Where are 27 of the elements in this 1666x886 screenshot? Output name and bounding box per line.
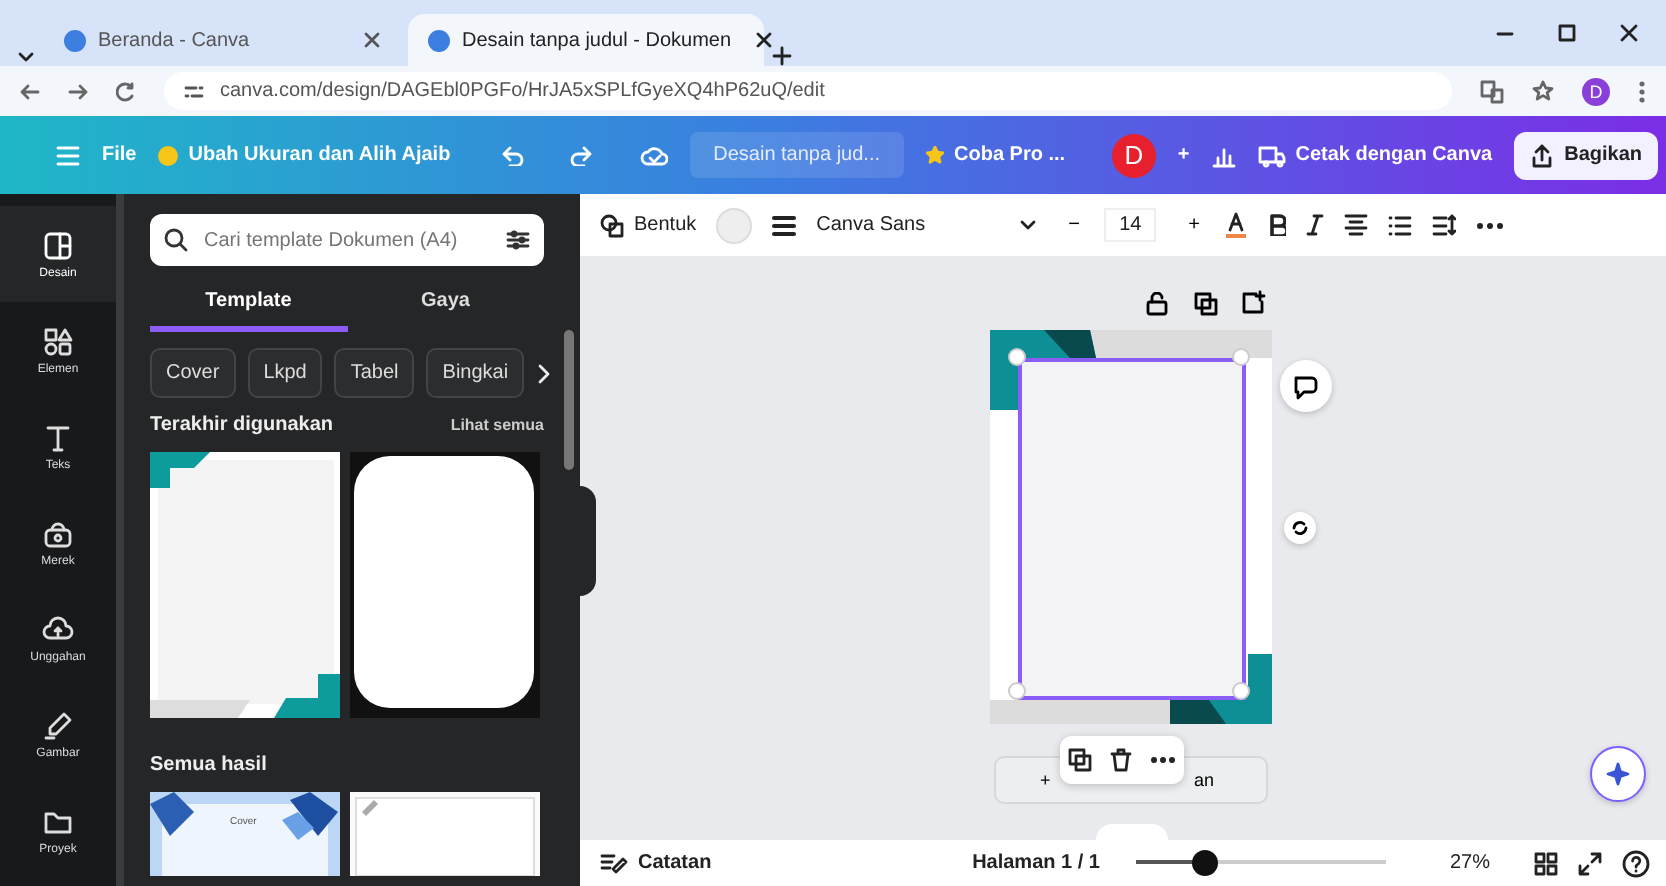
increase-size-button[interactable]: + — [1176, 212, 1205, 238]
try-pro-button[interactable]: Coba Pro ... — [926, 144, 1066, 166]
filter-chip[interactable]: Lkpd — [247, 348, 323, 398]
filter-chip[interactable]: Cover — [150, 348, 236, 398]
section-title: Terakhir digunakan — [150, 414, 334, 436]
decrease-size-button[interactable]: − — [1056, 212, 1085, 238]
font-size-field[interactable]: 14 — [1104, 208, 1157, 242]
profile-avatar[interactable]: D — [1582, 77, 1610, 105]
filter-chip[interactable]: Bingkai — [426, 348, 525, 398]
panel-tab[interactable]: Template — [150, 282, 347, 332]
filter-chip[interactable]: Tabel — [334, 348, 415, 398]
see-all-link[interactable]: Lihat semua — [450, 416, 544, 434]
notes-button[interactable]: Catatan — [600, 852, 712, 874]
font-dropdown[interactable]: Canva Sans — [816, 214, 1037, 236]
add-member-button[interactable]: + — [1177, 144, 1190, 166]
address-bar[interactable]: canva.com/design/DAGEbl0PGFo/HrJA5xSPLfGyeXQ4hP62uQ/edit — [164, 72, 1452, 110]
share-button[interactable]: Bagikan — [1514, 131, 1659, 179]
print-button[interactable]: Cetak dengan Canva — [1257, 143, 1493, 167]
search-bar[interactable]: Cari template Dokumen (A4) — [150, 214, 544, 266]
shape-button[interactable]: Bentuk — [600, 213, 697, 237]
browser-tab[interactable]: Beranda - Canva — [44, 14, 400, 66]
user-avatar[interactable]: D — [1111, 133, 1156, 177]
page-indicator[interactable]: Halaman 1 / 1 — [972, 852, 1100, 874]
search-field[interactable]: Cari template Dokumen (A4) — [200, 227, 494, 253]
panel-tab[interactable]: Gaya — [347, 282, 544, 332]
section-title: Semua hasil — [150, 754, 267, 776]
zoom-percentage[interactable]: 27% — [1449, 852, 1490, 874]
